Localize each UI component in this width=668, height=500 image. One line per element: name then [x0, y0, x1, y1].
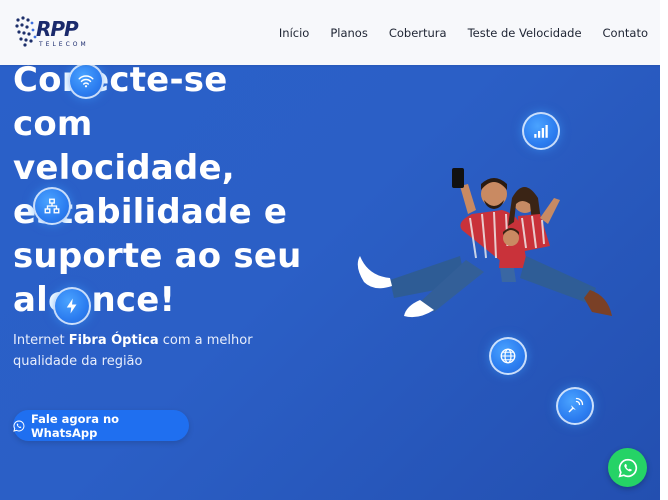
svg-text:TELECOM: TELECOM: [38, 41, 89, 48]
page-edge: [660, 0, 668, 500]
hero-section: Conecte-se com velocidade, estabilidade …: [0, 65, 660, 500]
satellite-icon: [568, 397, 584, 413]
lightning-icon: [66, 298, 77, 314]
signal-icon: [534, 125, 548, 138]
hero-subtitle-pre: Internet: [13, 333, 69, 348]
network-icon: [44, 198, 60, 214]
globe-bubble: [489, 337, 527, 375]
brand-logo[interactable]: RPP TELECOM: [14, 14, 108, 50]
whatsapp-icon: [617, 458, 637, 478]
svg-text:RPP: RPP: [36, 17, 79, 41]
globe-icon: [500, 348, 516, 364]
whatsapp-cta-button[interactable]: Fale agora no WhatsApp: [13, 410, 189, 441]
nav-item-cobertura[interactable]: Cobertura: [389, 26, 447, 40]
main-nav: Início Planos Cobertura Teste de Velocid…: [279, 0, 648, 65]
nav-item-teste-velocidade[interactable]: Teste de Velocidade: [468, 26, 582, 40]
cta-label: Fale agora no WhatsApp: [30, 411, 120, 440]
rpp-telecom-logo: RPP TELECOM: [15, 16, 89, 48]
whatsapp-floating-button[interactable]: [608, 448, 647, 487]
site-header: RPP TELECOM Início Planos Cobertura Test…: [0, 0, 660, 65]
nav-item-inicio[interactable]: Início: [279, 26, 309, 40]
speed-bubble: [53, 287, 91, 325]
satellite-bubble: [556, 387, 594, 425]
whatsapp-icon: [13, 420, 25, 432]
signal-bubble: [522, 112, 560, 150]
nav-item-contato[interactable]: Contato: [603, 26, 648, 40]
hero-subtitle-bold: Fibra Óptica: [68, 333, 159, 348]
nav-item-planos[interactable]: Planos: [330, 26, 368, 40]
hero-subtitle: Internet Fibra Óptica com a melhor quali…: [13, 330, 273, 372]
network-bubble: [33, 187, 71, 225]
family-photo: [357, 168, 612, 318]
wifi-icon: [78, 75, 94, 88]
